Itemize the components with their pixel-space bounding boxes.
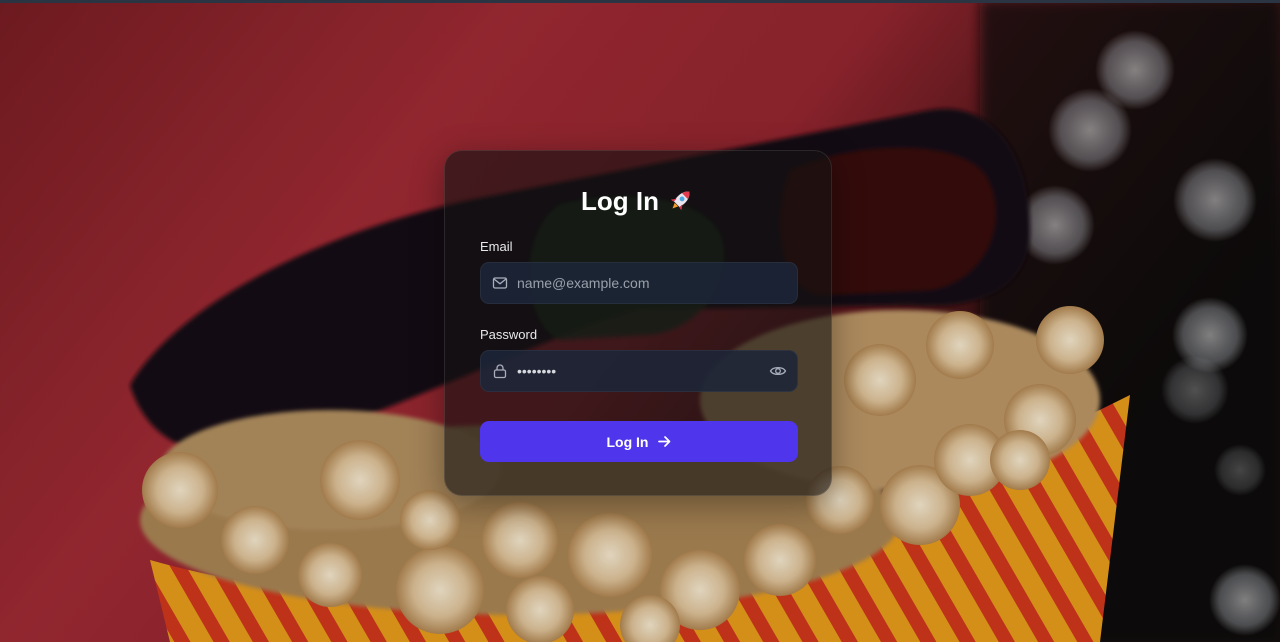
login-button-label: Log In (606, 433, 649, 450)
arrow-right-icon (657, 436, 670, 447)
top-strip (0, 0, 1280, 3)
email-label: Email (480, 239, 513, 254)
login-title: Log In (445, 185, 831, 217)
rocket-icon (670, 191, 690, 211)
password-field[interactable] (480, 350, 798, 392)
login-card: Log In Email Password (444, 150, 832, 496)
lock-icon (493, 364, 507, 379)
eye-icon[interactable] (769, 362, 787, 380)
login-title-text: Log In (581, 186, 659, 216)
mail-icon (492, 277, 508, 289)
password-label: Password (480, 327, 538, 342)
email-field[interactable] (480, 262, 798, 304)
password-input[interactable] (517, 351, 769, 391)
login-button[interactable]: Log In (480, 421, 798, 462)
email-input[interactable] (517, 263, 797, 303)
